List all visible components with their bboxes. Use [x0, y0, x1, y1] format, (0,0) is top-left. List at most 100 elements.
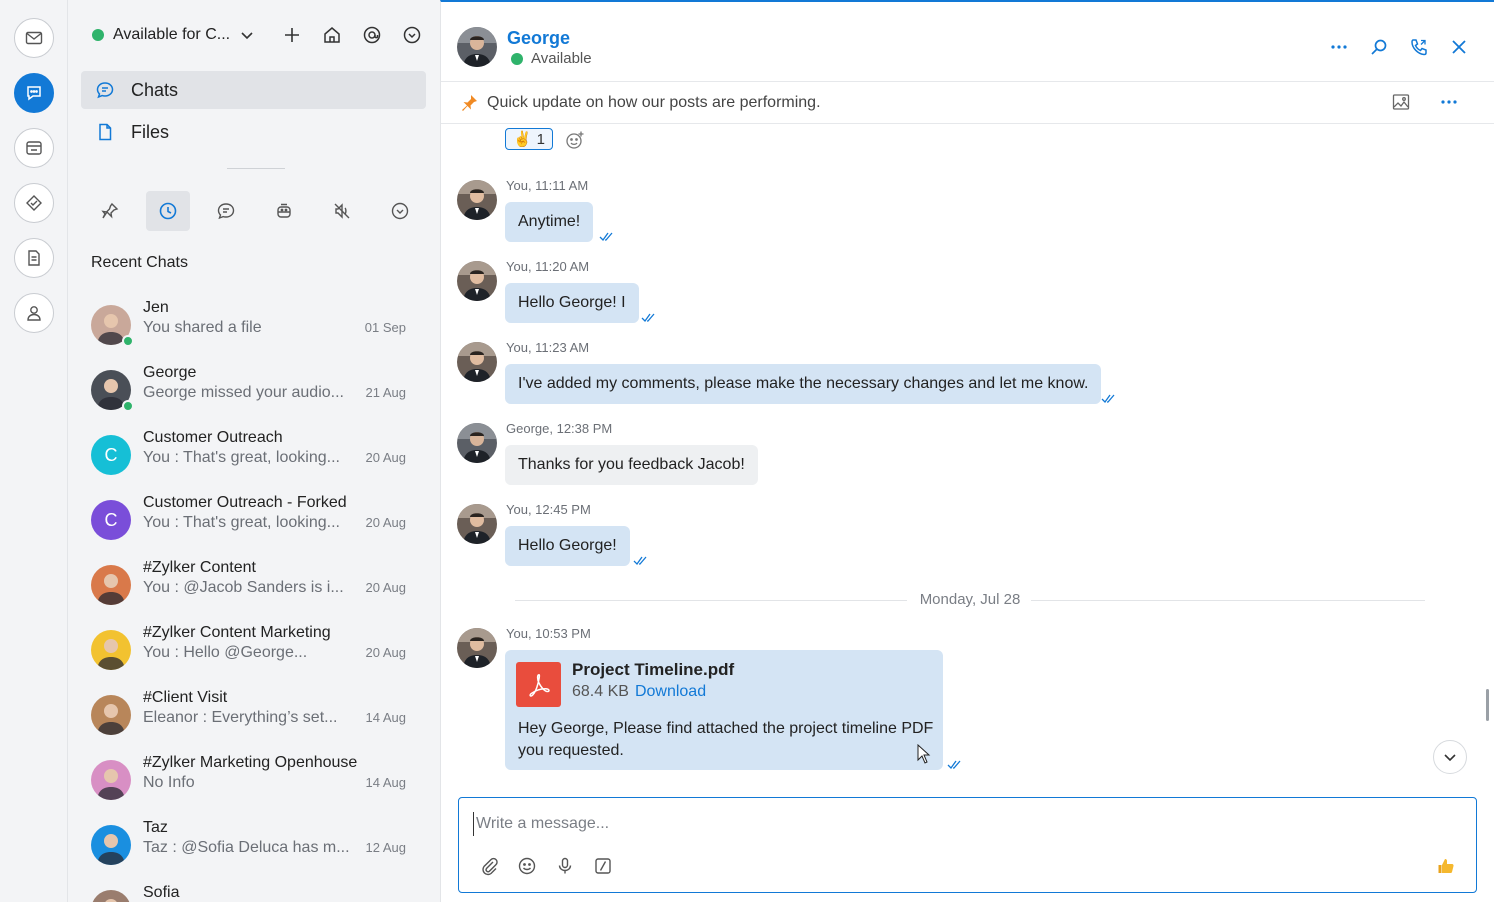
chat-list-item[interactable]: Jen You shared a file 01 Sep: [68, 292, 440, 357]
more-options-icon[interactable]: [1329, 36, 1349, 58]
message-bubble[interactable]: Hello George! I: [505, 283, 639, 323]
chat-list-item[interactable]: George George missed your audio... 21 Aug: [68, 357, 440, 422]
avatar[interactable]: [457, 180, 497, 220]
status-selector[interactable]: Available for C...: [92, 22, 254, 48]
avatar: [91, 630, 131, 670]
close-icon[interactable]: [1449, 36, 1469, 58]
contact-status-label: Available: [531, 50, 592, 67]
pinned-more-icon[interactable]: [1439, 92, 1459, 112]
chat-preview: Eleanor : Everything’s set...: [143, 709, 338, 726]
chat-filters: [88, 191, 422, 231]
mouse-cursor-icon: [917, 744, 931, 764]
message-meta: You, 11:20 AM: [506, 259, 590, 274]
nav-chats[interactable]: Chats: [81, 71, 426, 109]
thumbs-up-icon[interactable]: [1436, 856, 1456, 876]
avatar[interactable]: [457, 27, 497, 67]
file-name[interactable]: Project Timeline.pdf: [572, 660, 734, 680]
conversation-header: George Available: [441, 2, 1494, 82]
chat-name: Jen: [143, 299, 169, 316]
contact-name[interactable]: George: [507, 28, 570, 49]
conversations-icon[interactable]: [204, 191, 248, 231]
date-separator-label: Monday, Jul 28: [919, 591, 1021, 608]
nav-files[interactable]: Files: [81, 113, 426, 151]
scroll-to-bottom-button[interactable]: [1433, 740, 1467, 774]
avatar[interactable]: [457, 342, 497, 382]
avatar[interactable]: [457, 261, 497, 301]
more-chevron-icon[interactable]: [400, 22, 424, 48]
avatar: [91, 565, 131, 605]
message-bubble[interactable]: I've added my comments, please make the …: [505, 364, 1102, 404]
message-bubble[interactable]: Hello George!: [505, 526, 630, 566]
download-link[interactable]: Download: [635, 683, 706, 700]
mail-icon[interactable]: [14, 18, 54, 58]
message-bubble[interactable]: Thanks for you feedback Jacob!: [505, 445, 758, 485]
conversation-panel: George Available Quick update on how our…: [440, 0, 1494, 902]
more-filters-icon[interactable]: [378, 191, 422, 231]
chevron-down-icon: [241, 32, 253, 40]
chat-name: Customer Outreach: [143, 429, 283, 446]
reaction-emoji: ✌️: [512, 131, 532, 148]
chat-icon[interactable]: [14, 73, 54, 113]
chat-list-item[interactable]: Sofia: [68, 877, 440, 902]
pinned-actions: [1391, 92, 1467, 112]
home-icon[interactable]: [320, 22, 344, 48]
chat-list-item[interactable]: Taz Taz : @Sofia Deluca has m... 12 Aug: [68, 812, 440, 877]
avatar: C: [91, 500, 131, 540]
reaction-chip[interactable]: ✌️ 1: [505, 128, 553, 150]
chat-list-item[interactable]: #Zylker Content You : @Jacob Sanders is i…: [68, 552, 440, 617]
read-receipt-icon: [641, 313, 655, 323]
message-list: ✌️ 1 You, 11:11 AM Anytime! You, 11:20 AM H…: [441, 124, 1494, 792]
message-scrollbar[interactable]: [1486, 689, 1489, 721]
message-meta: You, 10:53 PM: [506, 626, 591, 641]
chat-name: #Zylker Content Marketing: [143, 624, 331, 641]
chat-list-item[interactable]: #Zylker Marketing Openhouse No Info 14 Aug: [68, 747, 440, 812]
emoji-icon[interactable]: [517, 856, 537, 876]
nav-chats-label: Chats: [131, 79, 179, 100]
status-label: Available for C...: [113, 26, 231, 43]
pinned-message-text: Quick update on how our posts are perfor…: [487, 93, 821, 111]
avatar-initial: C: [104, 444, 118, 465]
pinned-message-bar[interactable]: Quick update on how our posts are perfor…: [441, 82, 1494, 124]
chat-date: 20 Aug: [365, 580, 407, 595]
contacts-card-icon[interactable]: [14, 128, 54, 168]
chat-date: 01 Sep: [364, 320, 406, 335]
avatar[interactable]: [457, 504, 497, 544]
avatar: C: [91, 435, 131, 475]
recent-clock-icon[interactable]: [146, 191, 190, 231]
add-reaction-icon[interactable]: [565, 130, 585, 150]
microphone-icon[interactable]: [555, 856, 575, 876]
pin-filter-icon[interactable]: [88, 191, 132, 231]
file-size: 68.4 KB Download: [572, 683, 706, 701]
attachment-icon[interactable]: [479, 856, 499, 876]
tasks-icon[interactable]: [14, 183, 54, 223]
pdf-icon[interactable]: [516, 662, 561, 707]
read-receipt-icon: [599, 232, 613, 242]
profile-icon[interactable]: [14, 293, 54, 333]
chat-list-item[interactable]: #Client Visit Eleanor : Everything’s set.…: [68, 682, 440, 747]
notes-icon[interactable]: [14, 238, 54, 278]
chat-list-item[interactable]: C Customer Outreach You : That's great, lo…: [68, 422, 440, 487]
chat-list-item[interactable]: C Customer Outreach - Forked You : That's …: [68, 487, 440, 552]
message-input[interactable]: [473, 812, 1373, 836]
phone-icon[interactable]: [1409, 36, 1429, 58]
file-bubble[interactable]: Project Timeline.pdf 68.4 KB Download Hey…: [505, 650, 943, 770]
plus-icon[interactable]: [280, 22, 304, 48]
message-bubble[interactable]: Anytime!: [505, 202, 594, 242]
avatar: [91, 760, 131, 800]
chat-side-panel: Available for C... Chats Files Recent Ch…: [68, 0, 501, 902]
file-size-value: 68.4 KB: [572, 683, 629, 700]
bot-icon[interactable]: [262, 191, 306, 231]
image-icon[interactable]: [1391, 92, 1411, 112]
avatar[interactable]: [457, 628, 497, 668]
chat-preview: You shared a file: [143, 319, 262, 336]
chat-name: Sofia: [143, 884, 180, 901]
search-icon[interactable]: [1369, 36, 1389, 58]
avatar[interactable]: [457, 423, 497, 463]
read-receipt-icon: [1101, 394, 1115, 404]
read-receipt-icon: [947, 760, 961, 770]
chat-list-item[interactable]: #Zylker Content Marketing You : Hello @Ge…: [68, 617, 440, 682]
mute-icon[interactable]: [320, 191, 364, 231]
file-message-text: Hey George, Please find attached the pro…: [518, 720, 934, 759]
format-text-icon[interactable]: [593, 856, 613, 876]
mention-icon[interactable]: [360, 22, 384, 48]
